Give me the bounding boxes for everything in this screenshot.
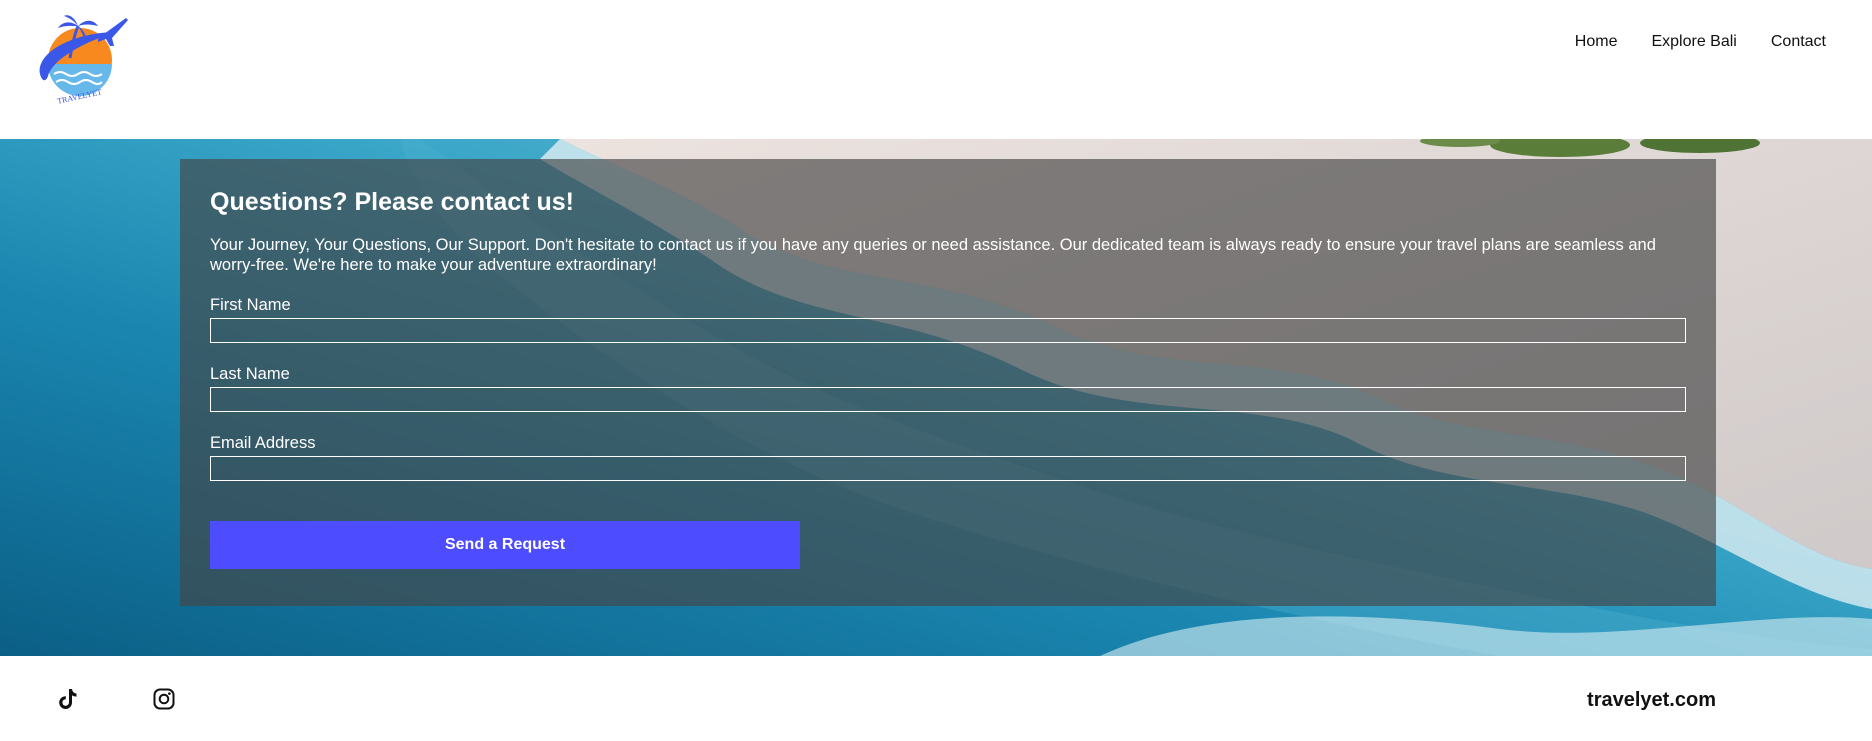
nav-contact-link[interactable]: Contact [1771,33,1826,51]
send-request-button[interactable]: Send a Request [210,521,800,569]
contact-title: Questions? Please contact us! [210,188,574,216]
hero-section: Questions? Please contact us! Your Journ… [0,139,1872,656]
first-name-input[interactable] [210,318,1686,343]
first-name-label: First Name [210,296,291,314]
main-nav: Home Explore Bali Contact [1575,33,1826,51]
travelyet-logo[interactable]: TRAVELYET [34,12,130,106]
contact-form-panel: Questions? Please contact us! Your Journ… [180,159,1716,606]
contact-intro-text: Your Journey, Your Questions, Our Suppor… [210,236,1656,274]
site-header: TRAVELYET Home Explore Bali Contact [0,0,1872,139]
email-input[interactable] [210,456,1686,481]
last-name-input[interactable] [210,387,1686,412]
nav-explore-bali-link[interactable]: Explore Bali [1651,33,1736,51]
email-label: Email Address [210,434,316,452]
site-footer: travelyet.com [0,656,1872,741]
site-url-text: travelyet.com [1587,689,1716,711]
instagram-icon[interactable] [152,687,176,711]
tiktok-icon[interactable] [56,687,80,711]
last-name-label: Last Name [210,365,290,383]
nav-home-link[interactable]: Home [1575,33,1618,51]
